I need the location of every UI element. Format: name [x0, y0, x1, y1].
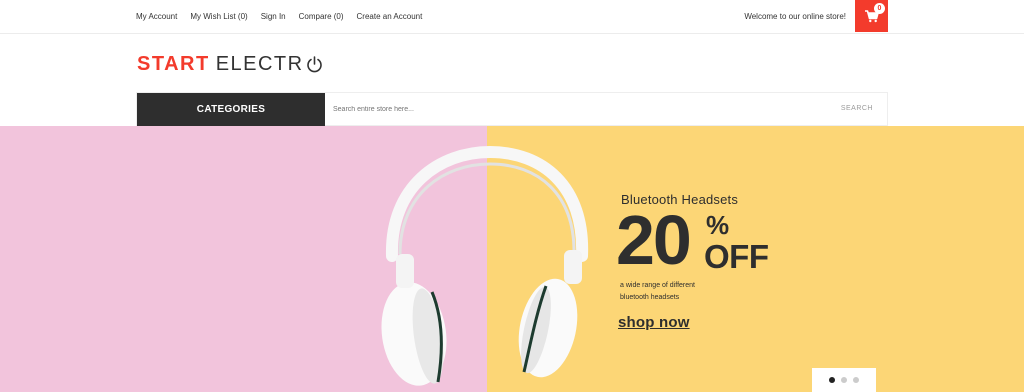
site-logo[interactable]: START ELECTR — [137, 53, 323, 75]
search-input[interactable] — [333, 93, 813, 125]
headphones-image — [381, 146, 589, 386]
slider-dot-2[interactable] — [841, 377, 847, 383]
search-bar: CATEGORIES SEARCH — [136, 92, 888, 127]
slider-dot-3[interactable] — [853, 377, 859, 383]
cart-count-badge: 0 — [874, 3, 885, 14]
banner-discount-number: 20 — [616, 201, 692, 279]
welcome-message: Welcome to our online store! — [744, 12, 846, 21]
search-button[interactable]: SEARCH — [841, 93, 873, 125]
logo-text-start: START — [137, 52, 210, 75]
sign-in-link[interactable]: Sign In — [261, 12, 286, 21]
banner-off-text: OFF — [704, 238, 769, 275]
banner-desc-line1: a wide range of different — [620, 282, 695, 289]
slider-dot-1[interactable] — [829, 377, 835, 383]
compare-link[interactable]: Compare (0) — [299, 12, 344, 21]
cart-button[interactable]: 0 — [855, 0, 888, 32]
slider-pagination — [812, 368, 876, 392]
create-account-link[interactable]: Create an Account — [357, 12, 423, 21]
hero-banner: Bluetooth Headsets 20 % OFF a wide range… — [0, 126, 1024, 392]
logo-text-electro: ELECTR — [215, 52, 304, 75]
banner-description: a wide range of different bluetooth head… — [620, 280, 730, 304]
top-links: My Account My Wish List (0) Sign In Comp… — [136, 0, 422, 33]
my-account-link[interactable]: My Account — [136, 12, 177, 21]
top-bar: My Account My Wish List (0) Sign In Comp… — [0, 0, 1024, 34]
categories-button[interactable]: CATEGORIES — [137, 93, 325, 127]
shop-now-link[interactable]: shop now — [618, 314, 690, 331]
power-icon — [306, 55, 322, 72]
wishlist-link[interactable]: My Wish List (0) — [190, 12, 247, 21]
banner-desc-line2: bluetooth headsets — [620, 294, 680, 301]
banner-percent-sign: % — [706, 210, 730, 240]
